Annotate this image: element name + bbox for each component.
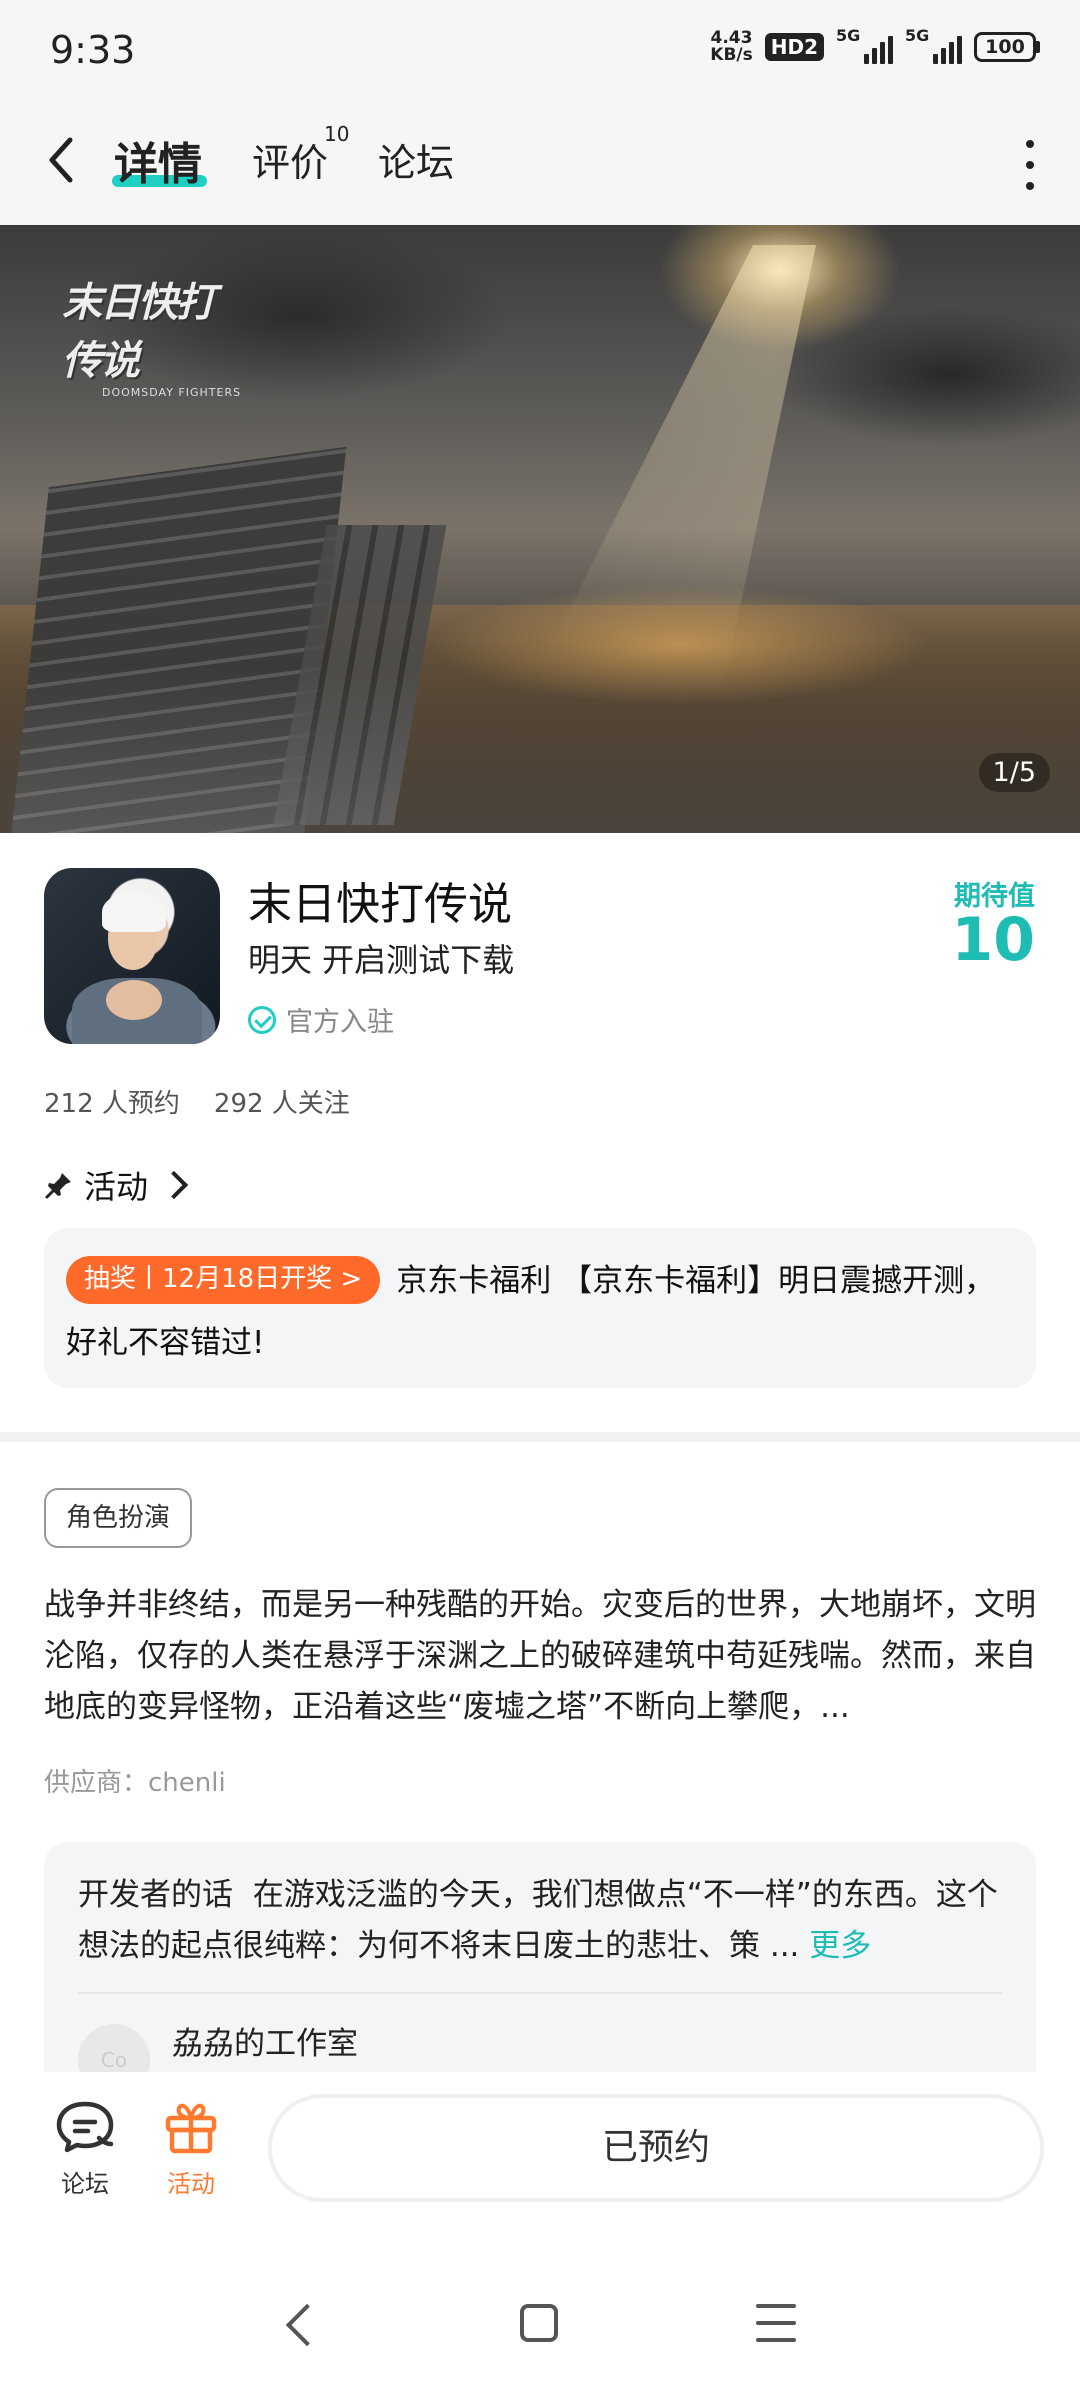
forum-nav-label: 论坛 — [61, 2170, 109, 2198]
activity-section-header[interactable]: 活动 — [44, 1162, 189, 1208]
developer-words: 开发者的话 在游戏泛滥的今天，我们想做点“不一样”的东西。这个想法的起点很纯粹：… — [78, 1870, 1008, 1972]
verified-check-icon — [248, 1005, 276, 1034]
official-label: 官方入驻 — [286, 1007, 394, 1038]
network-speed-unit: KB/s — [710, 45, 753, 65]
game-app-icon — [44, 868, 220, 1044]
tab-reviews[interactable]: 评价 — [252, 132, 328, 187]
activity-heading: 活动 — [84, 1168, 149, 1206]
studio-avatar[interactable]: Co — [78, 2024, 150, 2072]
reviews-count-badge: 10 — [324, 122, 350, 146]
studio-name[interactable]: 劦劦的工作室 — [172, 2018, 358, 2063]
gift-icon — [165, 2103, 217, 2154]
pin-icon — [45, 1173, 71, 1199]
developer-label: 开发者的话 — [78, 1877, 233, 1913]
status-time: 9:33 — [50, 28, 136, 72]
forum-chat-icon — [56, 2101, 114, 2153]
network-speed: 4.43 KB/s — [710, 30, 752, 64]
signal-icon-sim2: 5G — [905, 26, 962, 64]
activity-card[interactable]: 抽奖丨12月18日开奖 > 京东卡福利 【京东卡福利】明日震撼开测，好礼不容错过! — [44, 1228, 1036, 1388]
tab-details[interactable]: 详情 — [114, 128, 202, 192]
game-title: 末日快打传说 — [248, 879, 512, 930]
battery-level: 100 — [974, 32, 1036, 62]
back-arrow-icon — [49, 137, 73, 183]
sim2-label: 5G — [905, 26, 930, 45]
supplier-label: 供应商：chenli — [44, 1768, 226, 1798]
system-menu-icon[interactable] — [756, 2304, 796, 2342]
genre-tag[interactable]: 角色扮演 — [44, 1488, 193, 1548]
game-logo-text: 末日快打传说 — [62, 280, 216, 384]
reservation-count: 212 人预约 — [44, 1089, 180, 1119]
developer-card[interactable]: 开发者的话 在游戏泛滥的今天，我们想做点“不一样”的东西。这个想法的起点很纯粹：… — [44, 1842, 1036, 2072]
more-options-button[interactable] — [1015, 140, 1045, 190]
system-home-icon[interactable] — [520, 2304, 558, 2342]
hero-banner[interactable]: 末日快打传说 DOOMSDAY FIGHTERS 1/5 — [0, 225, 1080, 833]
back-button[interactable] — [40, 130, 90, 190]
forum-nav-button[interactable]: 论坛 — [40, 2100, 130, 2199]
status-bar: 9:33 4.43 KB/s HD2 5G 5G 100 — [0, 0, 1080, 100]
game-release-status: 明天 开启测试下载 — [248, 941, 515, 979]
follower-count: 292 人关注 — [213, 1089, 350, 1119]
system-back-icon[interactable] — [285, 2303, 329, 2347]
game-logo: 末日快打传说 DOOMSDAY FIGHTERS — [62, 270, 242, 399]
official-badge: 官方入驻 — [248, 1000, 394, 1039]
more-link[interactable]: 更多 — [809, 1928, 871, 1964]
tab-forum[interactable]: 论坛 — [378, 132, 454, 187]
expectation-score: 10 — [951, 905, 1036, 975]
status-icons: 4.43 KB/s HD2 5G 5G 100 — [710, 26, 1040, 64]
game-logo-subtext: DOOMSDAY FIGHTERS — [102, 386, 242, 399]
activity-nav-button[interactable]: 活动 — [146, 2100, 236, 2199]
activity-nav-label: 活动 — [167, 2170, 215, 2198]
hd-icon: HD2 — [764, 33, 824, 61]
signal-icon-sim1: 5G — [836, 26, 893, 64]
top-nav: 详情 评价 10 论坛 — [0, 100, 1080, 225]
system-nav-bar — [0, 2262, 1080, 2400]
chevron-right-icon — [159, 1170, 189, 1200]
sim1-label: 5G — [836, 26, 861, 45]
bottom-action-bar: 论坛 活动 已预约 — [0, 2072, 1080, 2262]
image-counter: 1/5 — [978, 753, 1050, 792]
lottery-tag[interactable]: 抽奖丨12月18日开奖 > — [66, 1256, 381, 1304]
more-dot-icon — [1026, 140, 1034, 148]
battery-icon: 100 — [974, 32, 1040, 62]
card-divider — [78, 1992, 1002, 1994]
game-stats: 212 人预约 292 人关注 — [44, 1083, 350, 1120]
reserved-button[interactable]: 已预约 — [268, 2094, 1044, 2202]
section-divider — [0, 1432, 1080, 1442]
game-description[interactable]: 战争并非终结，而是另一种残酷的开始。灾变后的世界，大地崩坏，文明沦陷，仅存的人类… — [44, 1580, 1036, 1733]
